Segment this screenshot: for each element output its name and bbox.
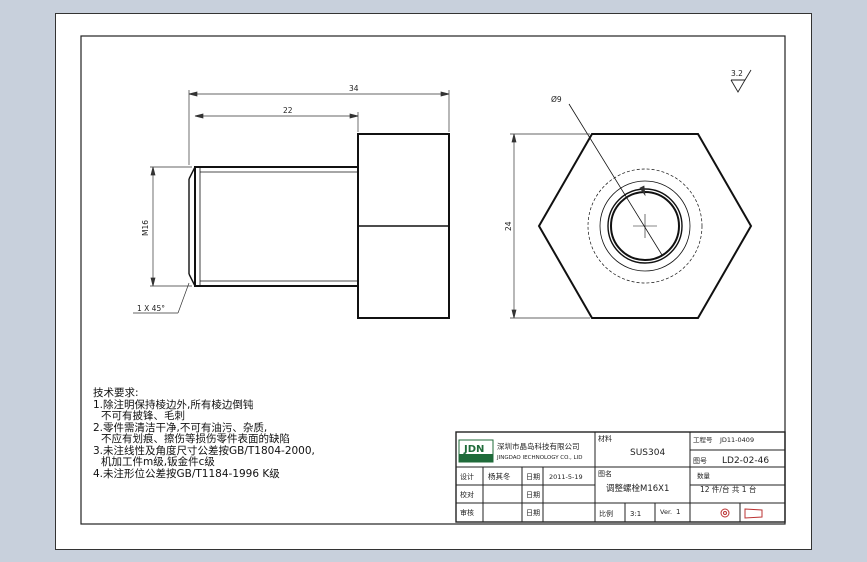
approve-label: 审核 [460, 508, 474, 517]
roughness-triangle [730, 79, 746, 93]
arrow-34-right [440, 91, 450, 97]
company-name-cn: 深圳市晶岛科技有限公司 [497, 441, 580, 451]
projection-cone [744, 508, 763, 519]
arrow-24-bottom [511, 309, 517, 319]
arrow-24-top [511, 133, 517, 143]
quantity-label: 数量 [697, 471, 711, 480]
note-line: 不应有划痕、擦伤等损伤零件表面的缺陷 [101, 433, 290, 445]
version-label: Ver. [660, 508, 672, 516]
project-label: 工程号 [693, 435, 713, 444]
approve-date-label: 日期 [526, 509, 540, 517]
note-line: 不可有披锋、毛刺 [101, 410, 185, 422]
check-date-label: 日期 [526, 491, 540, 499]
date-label: 日期 [526, 473, 540, 481]
chamfer-leader [177, 282, 190, 314]
designer-name: 杨其冬 [488, 471, 511, 481]
drawing-viewport: 34 22 M16 1 X 45° 24 Ø9 3.2 JDN 深圳市晶岛科技有… [0, 0, 867, 562]
material-value: SUS304 [630, 448, 665, 458]
scale-value: 3:1 [630, 510, 641, 518]
projection-circle-inner [723, 511, 727, 515]
logo-text: JDN [463, 444, 484, 455]
part-name-value: 调整螺栓M16X1 [606, 483, 669, 494]
roughness-text: 3.2 [731, 69, 743, 78]
check-label: 校对 [460, 490, 474, 499]
version-value: 1 [676, 508, 680, 516]
notes-title: 技术要求: [93, 387, 139, 399]
drawing-no-value: LD2-02-46 [722, 456, 769, 466]
dim-34-text: 34 [349, 84, 359, 93]
hole-dia-text: Ø9 [551, 95, 562, 104]
scale-label: 比例 [599, 509, 613, 518]
roughness-tail [744, 69, 752, 81]
projection-circle [720, 508, 730, 518]
arrow-22-left [194, 113, 204, 119]
date-value: 2011-5-19 [549, 473, 583, 481]
front-dimensions [133, 90, 450, 314]
part-name-label: 图名 [598, 469, 612, 478]
design-label: 设计 [460, 472, 474, 481]
company-name-en: JINGDAO IECHNOLOGY CO., LID [496, 455, 582, 461]
technical-notes: 技术要求: 1.除注明保持棱边外,所有棱边倒钝 不可有披锋、毛刺 2.零件需清洁… [93, 387, 353, 480]
quantity-value: 12 件/台 共 1 台 [700, 484, 756, 494]
note-line: 4.未注形位公差按GB/T1184-1996 K级 [93, 467, 280, 480]
logo-band [459, 454, 493, 462]
end-dimensions [510, 133, 646, 319]
dim-24-text: 24 [504, 221, 513, 231]
note-line: 机加工件m级,钣金件c级 [101, 456, 215, 468]
arrow-m16-bottom [150, 277, 156, 287]
arrow-22-right [349, 113, 359, 119]
arrow-34-left [188, 91, 198, 97]
drawing-no-label: 图号 [693, 457, 707, 465]
projection-symbol-icon [720, 508, 763, 519]
material-label: 材料 [598, 434, 612, 443]
dim-m16-text: M16 [141, 220, 150, 236]
company-logo: JDN [458, 439, 494, 463]
arrow-hole [639, 185, 646, 197]
end-view [537, 103, 753, 319]
project-value: JD11-0409 [719, 436, 754, 444]
front-view [188, 133, 450, 319]
arrow-m16-top [150, 166, 156, 176]
hole-leader [568, 103, 663, 256]
threaded-shank [194, 166, 359, 287]
dim-22-text: 22 [283, 106, 293, 115]
chamfer-text: 1 X 45° [137, 304, 165, 313]
